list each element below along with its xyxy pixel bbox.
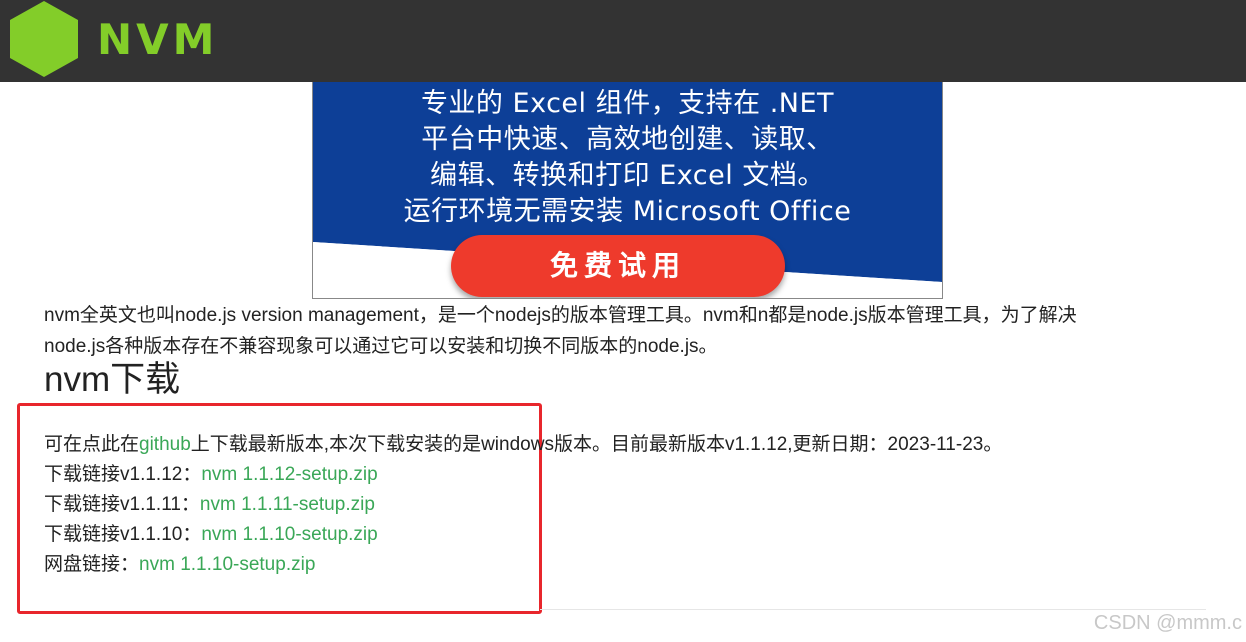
github-link[interactable]: github: [139, 434, 191, 455]
ad-line: 平台中快速、高效地创建、读取、: [421, 124, 834, 155]
description-prefix: 可在点此在: [44, 434, 140, 455]
description-suffix: 上下载最新版本,本次下载安装的是windows版本。目前最新版本v1.1.12,…: [190, 434, 1003, 455]
ad-banner[interactable]: 专业的 Excel 组件，支持在 .NET 平台中快速、高效地创建、读取、 编辑…: [312, 82, 943, 299]
download-link[interactable]: nvm 1.1.10-setup.zip: [201, 524, 377, 545]
ad-line: 专业的 Excel 组件，支持在 .NET: [420, 88, 835, 119]
intro-line: node.js各种版本存在不兼容现象可以通过它可以安装和切换不同版本的node.…: [44, 336, 718, 357]
download-link[interactable]: nvm 1.1.12-setup.zip: [201, 464, 377, 485]
nvm-logo-hexagon-icon[interactable]: [8, 0, 80, 78]
intro-line: nvm全英文也叫node.js version management，是一个no…: [44, 305, 1077, 326]
ad-line: 运行环境无需安装 Microsoft Office: [403, 196, 852, 227]
download-row: 下载链接v1.1.10：nvm 1.1.10-setup.zip: [44, 520, 378, 550]
nvm-logo-text[interactable]: NVM: [97, 16, 218, 64]
csdn-watermark: CSDN @mmm.c: [1093, 612, 1242, 634]
section-title: nvm下载: [44, 360, 181, 399]
download-description: 可在点此在github上下载最新版本,本次下载安装的是windows版本。目前最…: [44, 430, 1002, 460]
download-label: 下载链接v1.1.10：: [44, 524, 202, 545]
ad-line: 编辑、转换和打印 Excel 文档。: [430, 160, 825, 191]
download-row: 网盘链接：nvm 1.1.10-setup.zip: [44, 550, 315, 580]
download-label: 网盘链接：: [44, 554, 140, 575]
download-label: 下载链接v1.1.12：: [44, 464, 202, 485]
download-link[interactable]: nvm 1.1.10-setup.zip: [139, 554, 315, 575]
download-row: 下载链接v1.1.11：nvm 1.1.11-setup.zip: [44, 490, 375, 520]
free-trial-button[interactable]: 免费试用: [451, 235, 785, 297]
intro-paragraph: nvm全英文也叫node.js version management，是一个no…: [44, 300, 1204, 362]
download-row: 下载链接v1.1.12：nvm 1.1.12-setup.zip: [44, 460, 378, 490]
ad-copy: 专业的 Excel 组件，支持在 .NET 平台中快速、高效地创建、读取、 编辑…: [313, 86, 942, 230]
download-link[interactable]: nvm 1.1.11-setup.zip: [200, 494, 375, 515]
download-label: 下载链接v1.1.11：: [44, 494, 200, 515]
top-header-bar: NVM: [0, 0, 1246, 82]
